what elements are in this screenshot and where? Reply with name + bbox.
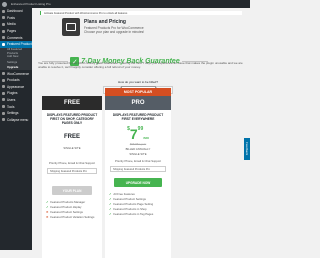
admin-sidebar: Dashboard Posts Media Pages Comments Fea… (0, 8, 32, 250)
plan-select[interactable]: Shipping Featured Products Pro (47, 168, 97, 174)
sidebar-submenu: All Featured Products Add New Settings U… (0, 47, 32, 71)
submenu-item-upgrade[interactable]: Upgrade (0, 64, 32, 69)
most-popular-badge: MOST POPULAR (105, 88, 171, 96)
cross-icon: ✕ (46, 214, 49, 219)
star-icon (2, 42, 5, 46)
collapse-icon (2, 118, 5, 122)
woocommerce-icon (2, 72, 5, 76)
guarantee-description: You are fully protected by our 100% Mone… (38, 61, 243, 69)
check-icon: ✓ (109, 206, 112, 211)
site-name-link[interactable]: Enhanced Product Listing Pro (11, 2, 51, 6)
list-item: ✕ Featured Product Variation Settings (46, 214, 95, 219)
list-item: ✓ Featured Products in Tag Pages (109, 211, 154, 216)
plan-name: PRO (105, 96, 171, 110)
cross-icon: ✕ (46, 209, 49, 214)
dashboard-icon (2, 9, 5, 13)
plan-description: DISPLAYS FEATURED PRODUCT FIRST EVERYWHE… (112, 113, 164, 121)
plugin-logo-icon (62, 18, 80, 36)
brush-icon (2, 85, 5, 89)
sidebar-item-comments[interactable]: Comments (0, 34, 32, 41)
billing-label: How do you want to be billed? (117, 80, 159, 84)
sidebar-item-plugins[interactable]: Plugins (0, 90, 32, 97)
plan-description: DISPLAYS FEATURED PRODUCT FIRST ON SHOP,… (46, 113, 98, 125)
wordpress-logo-icon[interactable] (2, 1, 7, 7)
sidebar-item-dashboard[interactable]: Dashboard (0, 8, 32, 15)
main-content: Activate Featured Product with WooCommer… (32, 8, 252, 258)
plan-billed: BILLED ANNUALLY (125, 147, 151, 151)
check-icon: ✓ (109, 211, 112, 216)
plan-features: ✓ Featured Products Manager ✓ Featured Pro… (42, 199, 102, 219)
plan-price: $799/MO (127, 126, 149, 142)
plug-icon (2, 91, 5, 95)
gear-icon (2, 111, 5, 115)
sidebar-item-settings[interactable]: Settings (0, 110, 32, 117)
your-plan-button[interactable]: YOUR PLAN (52, 186, 92, 195)
check-icon: ✓ (109, 196, 112, 201)
sidebar-item-media[interactable]: Media (0, 21, 32, 28)
plan-support: Priority Phone, Email & Chat Support (48, 161, 95, 165)
plan-original-price: $95.88 / year (129, 142, 147, 146)
page-subtitle-2: Choose your plan and upgrade in minutes! (84, 30, 145, 34)
plan-support: Priority Phone, Email & Chat Support (114, 159, 161, 163)
page-title: Plans and Pricing (84, 19, 126, 25)
page-header: Plans and Pricing Featured Products Pro … (62, 18, 252, 46)
upgrade-now-button[interactable]: UPGRADE NOW (114, 178, 162, 187)
sidebar-collapse[interactable]: Collapse menu (0, 116, 32, 123)
sidebar-item-woocommerce[interactable]: WooCommerce (0, 70, 32, 77)
plan-price-note: SINGLE SITE (63, 146, 81, 150)
sidebar-item-pages[interactable]: Pages (0, 28, 32, 35)
pin-icon (2, 16, 5, 20)
check-icon: ✓ (109, 201, 112, 206)
comment-icon (2, 36, 5, 40)
wrench-icon (2, 105, 5, 109)
check-icon: ✓ (46, 199, 49, 204)
feedback-tab[interactable]: Feedback (244, 138, 250, 160)
media-icon (2, 22, 5, 26)
page-icon (2, 29, 5, 33)
plan-features: ✓ All Free Features ✓ Featured Product Set… (105, 191, 171, 216)
check-icon: ✓ (109, 191, 112, 196)
sidebar-item-posts[interactable]: Posts (0, 15, 32, 22)
plan-name: FREE (42, 96, 102, 110)
users-icon (2, 98, 5, 102)
plan-pro: MOST POPULAR PRO DISPLAYS FEATURED PRODU… (105, 88, 171, 258)
sidebar-item-appearance[interactable]: Appearance (0, 84, 32, 91)
sidebar-item-users[interactable]: Users (0, 97, 32, 104)
admin-bar: Enhanced Product Listing Pro (0, 0, 250, 8)
archive-icon (2, 78, 5, 82)
activation-notice: Activate Featured Product with WooCommer… (40, 11, 242, 15)
sidebar-item-products[interactable]: Products (0, 77, 32, 84)
plan-price: FREE (63, 134, 80, 140)
plan-select[interactable]: Shipping Featured Products Pro (110, 166, 166, 172)
plan-free: FREE DISPLAYS FEATURED PRODUCT FIRST ON … (42, 96, 102, 258)
check-icon: ✓ (46, 204, 49, 209)
sidebar-item-tools[interactable]: Tools (0, 103, 32, 110)
